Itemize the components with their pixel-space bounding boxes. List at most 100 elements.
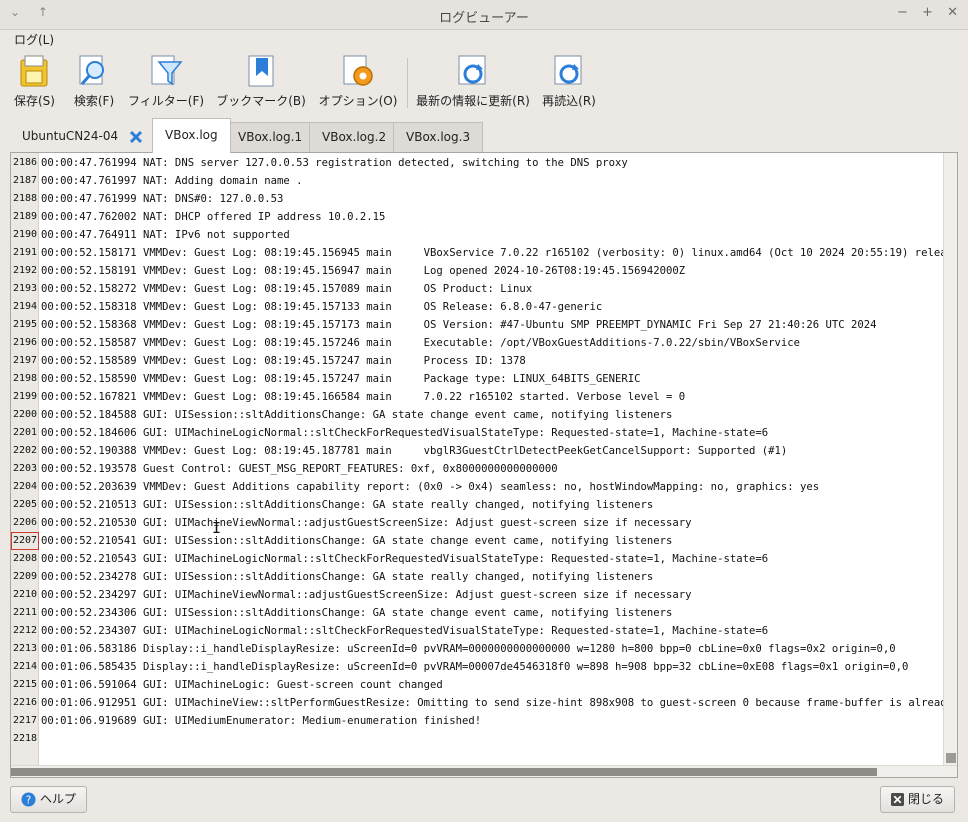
line-number: 2195 bbox=[13, 319, 38, 330]
find-icon bbox=[79, 55, 104, 85]
save-label: 保存(S) bbox=[14, 94, 55, 108]
save-button[interactable]: 保存(S) bbox=[14, 52, 55, 109]
log-line: 2216 00:01:06.912951 GUI: UIMachineView::… bbox=[11, 694, 943, 712]
options-icon bbox=[343, 55, 373, 86]
save-icon bbox=[20, 55, 48, 87]
log-line: 2186 00:00:47.761994 NAT: DNS server 127.… bbox=[11, 154, 943, 172]
tab-vbox-log[interactable]: VBox.log bbox=[152, 118, 231, 153]
close-window-icon[interactable]: ✕ bbox=[947, 5, 958, 20]
menu-bar: ログ(L) bbox=[0, 30, 968, 50]
line-number: 2189 bbox=[13, 211, 38, 222]
close-tab-icon[interactable] bbox=[128, 129, 144, 145]
log-line-text: 00:00:52.158590 VMMDev: Guest Log: 08:19… bbox=[41, 373, 641, 385]
line-number: 2218 bbox=[13, 733, 38, 744]
horizontal-scroll-thumb[interactable] bbox=[11, 768, 877, 776]
toolbar-separator bbox=[407, 58, 408, 108]
line-number: 2202 bbox=[13, 445, 38, 456]
line-number: 2191 bbox=[13, 247, 38, 258]
bookmark-icon bbox=[248, 55, 274, 87]
filter-button[interactable]: フィルター(F) bbox=[128, 52, 204, 109]
close-button[interactable]: 閉じる bbox=[880, 786, 956, 813]
menu-log[interactable]: ログ(L) bbox=[14, 31, 54, 48]
log-line: 2196 00:00:52.158587 VMMDev: Guest Log: 0… bbox=[11, 334, 943, 352]
log-text-area[interactable]: 2186 00:00:47.761994 NAT: DNS server 127.… bbox=[11, 153, 943, 765]
reload-button[interactable]: 再読込(R) bbox=[542, 52, 596, 109]
log-line: 2214 00:01:06.585435 Display::i_handleDis… bbox=[11, 658, 943, 676]
line-number: 2199 bbox=[13, 391, 38, 402]
log-line: 2218 bbox=[11, 730, 943, 748]
maximize-icon[interactable]: + bbox=[922, 5, 933, 20]
minimize-icon[interactable]: − bbox=[897, 5, 908, 20]
line-number: 2194 bbox=[13, 301, 38, 312]
log-line-text: 00:00:47.761994 NAT: DNS server 127.0.0.… bbox=[41, 157, 628, 169]
log-line: 2211 00:00:52.234306 GUI: UISession::sltA… bbox=[11, 604, 943, 622]
log-line: 2202 00:00:52.190388 VMMDev: Guest Log: 0… bbox=[11, 442, 943, 460]
log-line-text: 00:01:06.591064 GUI: UIMachineLogic: Gue… bbox=[41, 679, 443, 691]
log-line-text: 00:01:06.912951 GUI: UIMachineView::sltP… bbox=[41, 697, 943, 709]
tab-vbox-log-1-label: VBox.log.1 bbox=[238, 130, 303, 144]
title-bar: ⌄ ↑ ログビューアー − + ✕ bbox=[0, 0, 968, 30]
log-line-text: 00:00:52.193578 Guest Control: GUEST_MSG… bbox=[41, 463, 558, 475]
line-number: 2197 bbox=[13, 355, 38, 366]
log-line-text: 00:00:52.158587 VMMDev: Guest Log: 08:19… bbox=[41, 337, 800, 349]
line-number: 2187 bbox=[13, 175, 38, 186]
refresh-button[interactable]: 最新の情報に更新(R) bbox=[416, 52, 530, 109]
tab-vm[interactable]: UbuntuCN24-04 bbox=[10, 122, 156, 152]
options-button[interactable]: オプション(O) bbox=[318, 52, 398, 109]
options-label: オプション(O) bbox=[318, 94, 398, 108]
svg-text:?: ? bbox=[26, 794, 31, 806]
log-line-text: 00:00:52.203639 VMMDev: Guest Additions … bbox=[41, 481, 820, 493]
log-line: 2205 00:00:52.210513 GUI: UISession::sltA… bbox=[11, 496, 943, 514]
log-line: 2207 00:00:52.210541 GUI: UISession::sltA… bbox=[11, 532, 943, 550]
line-number: 2213 bbox=[13, 643, 38, 654]
vertical-scrollbar[interactable] bbox=[943, 153, 957, 765]
log-line-text: 00:00:52.158191 VMMDev: Guest Log: 08:19… bbox=[41, 265, 686, 277]
reload-icon bbox=[554, 55, 582, 85]
line-number: 2211 bbox=[13, 607, 38, 618]
filter-icon bbox=[151, 55, 183, 86]
line-number: 2209 bbox=[13, 571, 38, 582]
tab-vbox-log-1[interactable]: VBox.log.1 bbox=[225, 122, 316, 152]
line-number: 2207 bbox=[11, 532, 39, 550]
vertical-scroll-thumb[interactable] bbox=[946, 753, 956, 763]
log-line: 2215 00:01:06.591064 GUI: UIMachineLogic:… bbox=[11, 676, 943, 694]
line-number: 2216 bbox=[13, 697, 38, 708]
log-line-text: 00:00:52.210543 GUI: UIMachineLogicNorma… bbox=[41, 553, 769, 565]
help-button[interactable]: ? ヘルプ bbox=[10, 786, 88, 813]
help-label: ヘルプ bbox=[40, 792, 77, 806]
log-line-text: 00:00:52.158171 VMMDev: Guest Log: 08:19… bbox=[41, 247, 943, 259]
log-line: 2193 00:00:52.158272 VMMDev: Guest Log: 0… bbox=[11, 280, 943, 298]
log-line-text: 00:00:52.234297 GUI: UIMachineViewNormal… bbox=[41, 589, 692, 601]
find-button[interactable]: 検索(F) bbox=[73, 52, 115, 109]
line-number: 2214 bbox=[13, 661, 38, 672]
line-number: 2217 bbox=[13, 715, 38, 726]
line-number: 2188 bbox=[13, 193, 38, 204]
close-icon bbox=[891, 793, 904, 806]
line-number: 2204 bbox=[13, 481, 38, 492]
line-number: 2198 bbox=[13, 373, 38, 384]
log-line: 2213 00:01:06.583186 Display::i_handleDis… bbox=[11, 640, 943, 658]
line-number: 2200 bbox=[13, 409, 38, 420]
log-line-text: 00:00:52.190388 VMMDev: Guest Log: 08:19… bbox=[41, 445, 788, 457]
horizontal-scrollbar[interactable] bbox=[11, 765, 957, 777]
log-line-text: 00:00:47.761999 NAT: DNS#0: 127.0.0.53 bbox=[41, 193, 284, 205]
log-line: 2204 00:00:52.203639 VMMDev: Guest Additi… bbox=[11, 478, 943, 496]
log-line: 2210 00:00:52.234297 GUI: UIMachineViewNo… bbox=[11, 586, 943, 604]
bookmark-label: ブックマーク(B) bbox=[216, 94, 306, 108]
log-line-text: 00:00:52.234306 GUI: UISession::sltAddit… bbox=[41, 607, 673, 619]
log-viewer[interactable]: 2186 00:00:47.761994 NAT: DNS server 127.… bbox=[10, 152, 958, 778]
log-line-text: 00:00:52.234307 GUI: UIMachineLogicNorma… bbox=[41, 625, 769, 637]
tab-vbox-log-2[interactable]: VBox.log.2 bbox=[309, 122, 400, 152]
log-line: 2217 00:01:06.919689 GUI: UIMediumEnumera… bbox=[11, 712, 943, 730]
log-line-text: 00:00:52.184606 GUI: UIMachineLogicNorma… bbox=[41, 427, 769, 439]
tab-vbox-log-label: VBox.log bbox=[165, 128, 218, 142]
log-line-text: 00:00:47.762002 NAT: DHCP offered IP add… bbox=[41, 211, 386, 223]
tab-vbox-log-3[interactable]: VBox.log.3 bbox=[393, 122, 484, 152]
log-line: 2203 00:00:52.193578 Guest Control: GUEST… bbox=[11, 460, 943, 478]
tab-vbox-log-2-label: VBox.log.2 bbox=[322, 130, 387, 144]
bookmark-button[interactable]: ブックマーク(B) bbox=[216, 52, 306, 109]
log-line-text: 00:00:52.184588 GUI: UISession::sltAddit… bbox=[41, 409, 673, 421]
log-line: 2194 00:00:52.158318 VMMDev: Guest Log: 0… bbox=[11, 298, 943, 316]
log-line: 2212 00:00:52.234307 GUI: UIMachineLogicN… bbox=[11, 622, 943, 640]
line-number: 2186 bbox=[13, 157, 38, 168]
